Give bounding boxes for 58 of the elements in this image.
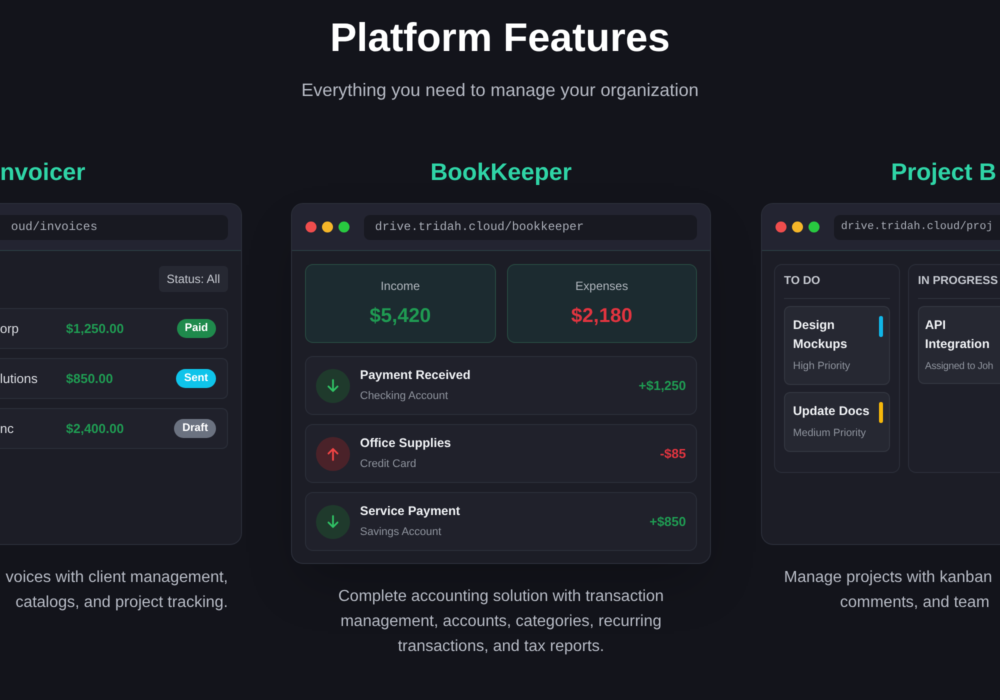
- task-card[interactable]: API Integration Assigned to Joh: [918, 306, 1000, 384]
- account-name: Checking Account: [360, 389, 450, 404]
- feature-title: nvoicer: [0, 158, 86, 188]
- feature-description: catalogs, and project tracking.: [15, 593, 228, 613]
- url-field[interactable]: oud/invoices: [0, 214, 228, 240]
- invoice-row[interactable]: orp $1,250.00 Paid: [0, 308, 228, 349]
- task-note: Assigned to Joh: [925, 360, 994, 374]
- window-controls-icon: [305, 221, 350, 233]
- task-title: API Integration: [925, 317, 991, 353]
- page-subtitle: Everything you need to manage your organization: [301, 79, 699, 102]
- status-badge: Paid: [176, 319, 216, 338]
- task-note: Medium Priority: [793, 426, 867, 441]
- feature-description: Complete accounting solution with transaction management, accounts, categories, recurring transactions, and tax reports.: [337, 587, 665, 657]
- stat-value: $5,420: [370, 304, 431, 328]
- status-badge: Draft: [174, 419, 216, 438]
- status-filter[interactable]: Status: All: [158, 266, 228, 292]
- invoice-amount: $850.00: [66, 370, 113, 388]
- stat-label: Income: [380, 278, 420, 294]
- task-note: High Priority: [793, 359, 852, 374]
- transaction-row[interactable]: Payment Received Checking Account +$1,250: [305, 356, 697, 415]
- status-badge: Sent: [176, 369, 216, 388]
- invoice-amount: $1,250.00: [66, 320, 124, 338]
- arrow-down-icon: [316, 504, 350, 538]
- feature-description: comments, and team: [839, 593, 990, 613]
- feature-description: Manage projects with kanban: [783, 568, 992, 588]
- column-title: IN PROGRESS: [918, 265, 1000, 299]
- feature-title: Project B: [890, 158, 998, 188]
- transaction-title: Service Payment: [360, 503, 462, 520]
- arrow-down-icon: [316, 368, 350, 402]
- invoice-row[interactable]: nc $2,400.00 Draft: [0, 408, 228, 449]
- column-title: TO DO: [784, 265, 890, 299]
- client-name: nc: [0, 420, 15, 438]
- transaction-amount: +$1,250: [638, 376, 686, 395]
- feature-title: BookKeeper: [429, 158, 573, 188]
- client-name: orp: [0, 320, 20, 338]
- task-card[interactable]: Update Docs Medium Priority: [784, 392, 890, 452]
- account-name: Credit Card: [360, 457, 418, 472]
- stat-value: $2,180: [571, 304, 632, 328]
- page-title: Platform Features: [330, 15, 670, 62]
- transaction-title: Office Supplies: [360, 435, 452, 452]
- arrow-up-icon: [316, 436, 350, 470]
- client-name: lutions: [0, 370, 39, 388]
- task-title: Design Mockups: [793, 317, 848, 353]
- window-controls-icon: [775, 221, 820, 233]
- transaction-amount: -$85: [660, 444, 686, 463]
- url-field[interactable]: drive.tridah.cloud/proj: [834, 214, 1000, 240]
- account-name: Savings Account: [360, 525, 442, 540]
- transaction-row[interactable]: Office Supplies Credit Card -$85: [305, 424, 697, 483]
- transaction-title: Payment Received: [360, 367, 472, 384]
- stat-label: Expenses: [575, 278, 628, 294]
- feature-description: voices with client management,: [6, 568, 228, 588]
- url-field[interactable]: drive.tridah.cloud/bookkeeper: [364, 214, 697, 240]
- invoice-row[interactable]: lutions $850.00 Sent: [0, 358, 228, 399]
- task-title: Update Docs: [793, 402, 870, 420]
- task-card[interactable]: Design Mockups High Priority: [784, 306, 890, 385]
- invoice-amount: $2,400.00: [66, 420, 124, 438]
- transaction-amount: +$850: [649, 512, 686, 531]
- transaction-row[interactable]: Service Payment Savings Account +$850: [305, 492, 697, 551]
